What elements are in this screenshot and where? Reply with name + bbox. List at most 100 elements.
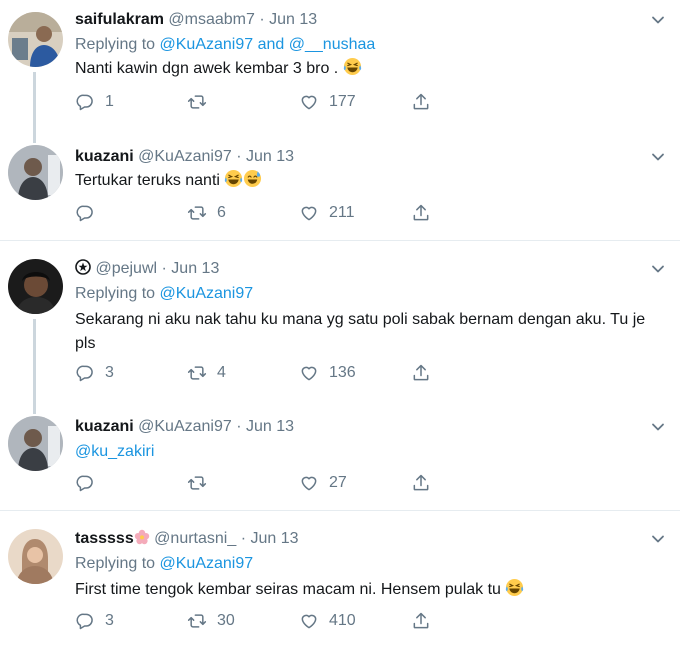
tweet-actions: 3 4 136 xyxy=(75,362,475,384)
separator-dot: · xyxy=(236,148,242,165)
tweet-actions: 1 177 xyxy=(75,91,475,113)
chevron-down-icon[interactable] xyxy=(650,12,666,28)
tweet-item[interactable]: kuazani @KuAzani97 · Jun 13 Tertukar ter… xyxy=(0,131,680,240)
avatar[interactable] xyxy=(8,416,63,471)
like-button[interactable]: 177 xyxy=(299,91,356,113)
retweet-icon xyxy=(187,203,207,223)
separator-dot: · xyxy=(161,260,167,277)
like-button[interactable]: 211 xyxy=(299,202,355,224)
replying-to-mention[interactable]: @KuAzani97 xyxy=(160,285,254,302)
tweet-date[interactable]: Jun 13 xyxy=(246,148,294,165)
replying-to-label: Replying to xyxy=(75,36,156,53)
mention-link[interactable]: @ku_zakiri xyxy=(75,443,154,460)
retweet-button[interactable] xyxy=(187,91,217,113)
thread-line xyxy=(33,131,36,143)
tweet-text: Tertukar teruks nanti xyxy=(75,169,665,193)
heart-icon xyxy=(299,363,319,383)
reply-count: 3 xyxy=(105,364,114,381)
user-handle[interactable]: @KuAzani97 xyxy=(138,148,232,165)
thread-line xyxy=(33,400,36,414)
avatar[interactable] xyxy=(8,259,63,314)
replying-to-label: Replying to xyxy=(75,285,156,302)
avatar[interactable] xyxy=(8,145,63,200)
tweet-header: saifulakram @msaabm7 · Jun 13 xyxy=(75,10,317,30)
chevron-down-icon[interactable] xyxy=(650,149,666,165)
chevron-down-icon[interactable] xyxy=(650,419,666,435)
reply-timeline: saifulakram @msaabm7 · Jun 13 Replying t… xyxy=(0,0,680,651)
share-button[interactable] xyxy=(411,91,431,113)
avatar[interactable] xyxy=(8,12,63,67)
tweet-text: Sekarang ni aku nak tahu ku mana yg satu… xyxy=(75,308,665,356)
display-name[interactable]: kuazani xyxy=(75,148,134,165)
thread-line xyxy=(33,72,36,131)
share-button[interactable] xyxy=(411,202,431,224)
replying-to-mention[interactable]: @KuAzani97 xyxy=(160,36,254,53)
retweet-icon xyxy=(187,473,207,493)
like-button[interactable]: 410 xyxy=(299,610,356,632)
like-count: 410 xyxy=(329,612,356,629)
replying-to-and[interactable]: and xyxy=(258,36,285,53)
display-name[interactable]: tasssss xyxy=(75,530,134,547)
chevron-down-icon[interactable] xyxy=(650,531,666,547)
like-count: 211 xyxy=(329,204,355,221)
retweet-button[interactable]: 4 xyxy=(187,362,226,384)
tears-of-joy-emoji-icon xyxy=(224,169,243,188)
retweet-button[interactable]: 30 xyxy=(187,610,235,632)
tweet-header: kuazani @KuAzani97 · Jun 13 xyxy=(75,417,294,437)
tweet-item[interactable]: kuazani @KuAzani97 · Jun 13 @ku_zakiri 2… xyxy=(0,400,680,510)
heart-icon xyxy=(299,203,319,223)
share-button[interactable] xyxy=(411,362,431,384)
chevron-down-icon[interactable] xyxy=(650,261,666,277)
replying-to-mention[interactable]: @__nushaa xyxy=(289,36,376,53)
heart-icon xyxy=(299,611,319,631)
reply-button[interactable]: 1 xyxy=(75,91,114,113)
tweet-date[interactable]: Jun 13 xyxy=(250,530,298,547)
reply-button[interactable]: 3 xyxy=(75,362,114,384)
user-handle[interactable]: @KuAzani97 xyxy=(138,418,232,435)
user-handle[interactable]: @nurtasni_ xyxy=(154,530,236,547)
share-button[interactable] xyxy=(411,472,431,494)
retweet-icon xyxy=(187,92,207,112)
avatar[interactable] xyxy=(8,529,63,584)
reply-button[interactable] xyxy=(75,202,105,224)
tweet-actions: 3 30 410 xyxy=(75,610,475,632)
tweet-header: @pejuwl · Jun 13 xyxy=(75,259,219,279)
tweet-item[interactable]: tasssss @nurtasni_ · Jun 13 Replying to … xyxy=(0,510,680,652)
tweet-item[interactable]: @pejuwl · Jun 13 Replying to @KuAzani97 … xyxy=(0,240,680,401)
user-handle[interactable]: @pejuwl xyxy=(95,260,157,277)
like-button[interactable]: 27 xyxy=(299,472,347,494)
heart-icon xyxy=(299,473,319,493)
reply-button[interactable]: 3 xyxy=(75,610,114,632)
replying-to: Replying to @KuAzani97 xyxy=(75,554,253,574)
retweet-count: 6 xyxy=(217,204,226,221)
tweet-header: tasssss @nurtasni_ · Jun 13 xyxy=(75,529,299,549)
tweet-date[interactable]: Jun 13 xyxy=(269,11,317,28)
share-button[interactable] xyxy=(411,610,431,632)
tweet-item[interactable]: saifulakram @msaabm7 · Jun 13 Replying t… xyxy=(0,0,680,131)
tweet-text-body: Tertukar teruks nanti xyxy=(75,172,220,189)
cherry-blossom-icon xyxy=(134,529,150,545)
reply-count: 3 xyxy=(105,612,114,629)
retweet-button[interactable]: 6 xyxy=(187,202,226,224)
replying-to-mention[interactable]: @KuAzani97 xyxy=(160,555,254,572)
like-count: 177 xyxy=(329,93,356,110)
like-count: 27 xyxy=(329,474,347,491)
name-symbol-icon[interactable] xyxy=(75,259,95,277)
tweet-text-body: First time tengok kembar seiras macam ni… xyxy=(75,581,501,598)
retweet-count: 30 xyxy=(217,612,235,629)
user-handle[interactable]: @msaabm7 xyxy=(168,11,255,28)
tears-of-joy-emoji-icon xyxy=(505,578,524,597)
display-name[interactable]: kuazani xyxy=(75,418,134,435)
replying-to: Replying to @KuAzani97 and @__nushaa xyxy=(75,35,375,55)
share-icon xyxy=(411,92,431,112)
display-name[interactable]: saifulakram xyxy=(75,11,164,28)
like-button[interactable]: 136 xyxy=(299,362,356,384)
tweet-actions: 6 211 xyxy=(75,202,475,224)
like-count: 136 xyxy=(329,364,356,381)
tweet-text-body: Nanti kawin dgn awek kembar 3 bro . xyxy=(75,60,339,77)
tweet-date[interactable]: Jun 13 xyxy=(171,260,219,277)
retweet-icon xyxy=(187,363,207,383)
reply-button[interactable] xyxy=(75,472,105,494)
retweet-button[interactable] xyxy=(187,472,217,494)
tweet-date[interactable]: Jun 13 xyxy=(246,418,294,435)
